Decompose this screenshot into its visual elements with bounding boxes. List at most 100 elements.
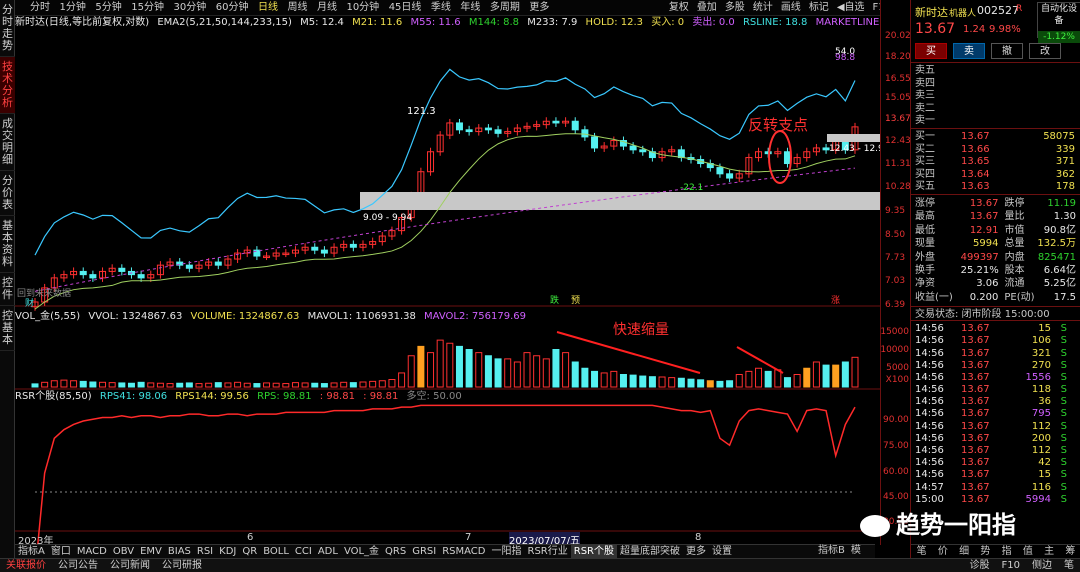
indicator-tab[interactable]: RSR行业	[525, 545, 571, 558]
period-12[interactable]: 年线	[457, 0, 483, 16]
tool-stats[interactable]: 统计	[749, 0, 777, 16]
indicator-tab[interactable]: ADL	[315, 545, 341, 558]
tick-tab[interactable]: 指	[996, 545, 1017, 558]
indicator-tab[interactable]: KDJ	[216, 545, 239, 558]
volume-bar	[214, 382, 222, 388]
volume-bar	[50, 380, 58, 388]
tick-row: 14:56 13.67 106 S	[915, 335, 1076, 347]
indicator-tab[interactable]: CCI	[292, 545, 315, 558]
volume-axis-label: 5000	[886, 363, 909, 373]
modify-button[interactable]: 改	[1029, 43, 1061, 59]
status-notice[interactable]: 公司公告	[52, 559, 104, 572]
tab-price-table[interactable]: 分价表	[0, 171, 15, 216]
tab-template[interactable]: 模	[848, 544, 864, 558]
tool-restore[interactable]: 复权	[665, 0, 693, 16]
bid-volume: 178	[1055, 181, 1075, 192]
tab-technical[interactable]: 技术分析	[0, 57, 15, 114]
tool-mark[interactable]: 标记	[805, 0, 833, 16]
support-box	[360, 192, 880, 210]
indicator-tab[interactable]: RSMACD	[439, 545, 488, 558]
tool-draw[interactable]: 画线	[777, 0, 805, 16]
volume-axis-label: 15000	[880, 327, 909, 337]
period-13[interactable]: 多周期	[487, 0, 523, 16]
indicator-tab[interactable]: RSI	[194, 545, 216, 558]
period-7[interactable]: 周线	[284, 0, 310, 16]
tick-tab[interactable]: 价	[932, 545, 953, 558]
period-4[interactable]: 30分钟	[170, 0, 209, 16]
rsr-name[interactable]: RSR个股(85,50)	[15, 391, 92, 402]
buy-button[interactable]: 买	[915, 43, 947, 59]
vol-name[interactable]: VOL_金(5,55)	[15, 311, 80, 322]
indicator-tab[interactable]: 一阳指	[489, 545, 525, 558]
indicator-tab[interactable]: BIAS	[165, 545, 194, 558]
tab-control[interactable]: 控件	[0, 273, 15, 306]
tab-indicator-b[interactable]: 指标B	[815, 544, 848, 558]
indicator-tab[interactable]: OBV	[110, 545, 137, 558]
indicator-tab[interactable]: VOL_金	[341, 545, 382, 558]
period-10[interactable]: 45日线	[386, 0, 425, 16]
indicator-tab[interactable]: 窗口	[48, 545, 74, 558]
indicator-tab[interactable]: 超量底部突破	[617, 545, 683, 558]
period-14[interactable]: 更多	[526, 0, 552, 16]
tab-basic[interactable]: 基本资料	[0, 216, 15, 273]
cancel-button[interactable]: 撤	[991, 43, 1023, 59]
sell-button[interactable]: 卖	[953, 43, 985, 59]
tab-timeshare[interactable]: 分时走势	[0, 0, 15, 57]
chart-canvas[interactable]: 121.354.098.89.09 - 9.94-22.112.43 - 12.…	[15, 0, 880, 545]
indicator-tab[interactable]: 设置	[709, 545, 735, 558]
volume-axis-label: 10000	[880, 345, 909, 355]
indicator-tab[interactable]: BOLL	[260, 545, 292, 558]
tab-control-basic[interactable]: 控基本	[0, 306, 15, 351]
period-0[interactable]: 分时	[15, 0, 53, 16]
tick-tab[interactable]: 势	[975, 545, 996, 558]
tick-tab[interactable]: 笔	[911, 545, 932, 558]
tool-watchlist[interactable]: ◀自选	[833, 0, 869, 16]
period-11[interactable]: 季线	[428, 0, 454, 16]
volume-bar	[562, 352, 570, 388]
indicator-tab[interactable]: QR	[239, 545, 260, 558]
tick-tab[interactable]: 主	[1039, 545, 1060, 558]
reversal-label: 反转支点	[748, 116, 808, 134]
status-diag[interactable]: 诊股	[964, 559, 996, 572]
tool-overlay[interactable]: 叠加	[693, 0, 721, 16]
indicator-tab[interactable]: MACD	[74, 545, 110, 558]
period-daily[interactable]: 日线	[255, 0, 281, 16]
tab-detail[interactable]: 成交明细	[0, 114, 15, 171]
indicator-tab[interactable]: 更多	[683, 545, 709, 558]
status-research[interactable]: 公司研报	[156, 559, 208, 572]
status-f10[interactable]: F10	[996, 559, 1026, 572]
price-axis[interactable]: 20.02 18.20 16.55 15.05 13.67 12.43 11.31 10.28…	[880, 0, 911, 545]
volume-bar	[407, 355, 415, 388]
bid-row[interactable]: 买五 13.63 178	[915, 181, 1076, 194]
status-quote[interactable]: 关联报价	[0, 559, 52, 572]
tool-multi[interactable]: 多股	[721, 0, 749, 16]
status-tick[interactable]: 笔	[1058, 559, 1080, 572]
indicator-tab[interactable]: RSR个股	[570, 545, 617, 558]
volume-bar	[619, 374, 627, 388]
period-5[interactable]: 60分钟	[213, 0, 252, 16]
status-side[interactable]: 侧边	[1026, 559, 1058, 572]
bid-row[interactable]: 买一 13.67 58075	[915, 131, 1076, 144]
tick-tab[interactable]: 值	[1017, 545, 1038, 558]
period-2[interactable]: 5分钟	[92, 0, 124, 16]
period-8[interactable]: 月线	[314, 0, 340, 16]
tick-tab[interactable]: 细	[954, 545, 975, 558]
period-3[interactable]: 15分钟	[128, 0, 167, 16]
indicator-tab[interactable]: EMV	[137, 545, 165, 558]
tick-list[interactable]: 14:56 13.67 15 S 14:56 13.67 106 S 14:56 13.67 321…	[911, 320, 1080, 508]
indicator-tab[interactable]: 指标A	[15, 545, 48, 558]
bid-row[interactable]: 买三 13.65 371	[915, 156, 1076, 169]
status-news[interactable]: 公司新闻	[104, 559, 156, 572]
tick-price: 13.67	[961, 323, 990, 335]
bid-row[interactable]: 买四 13.64 362	[915, 169, 1076, 182]
indicator-tab[interactable]: QRS	[382, 545, 409, 558]
ema-name[interactable]: EMA2(5,21,50,144,233,15)	[157, 17, 292, 28]
bid-row[interactable]: 买二 13.66 339	[915, 144, 1076, 157]
period-1[interactable]: 1分钟	[57, 0, 89, 16]
tick-side: S	[1060, 384, 1067, 396]
period-9[interactable]: 10分钟	[343, 0, 382, 16]
hold-mark: 预	[571, 295, 580, 306]
indicator-tab[interactable]: GRSI	[409, 545, 439, 558]
tick-row: 14:56 13.67 15 S	[915, 323, 1076, 335]
tick-tab[interactable]: 筹	[1060, 545, 1080, 558]
